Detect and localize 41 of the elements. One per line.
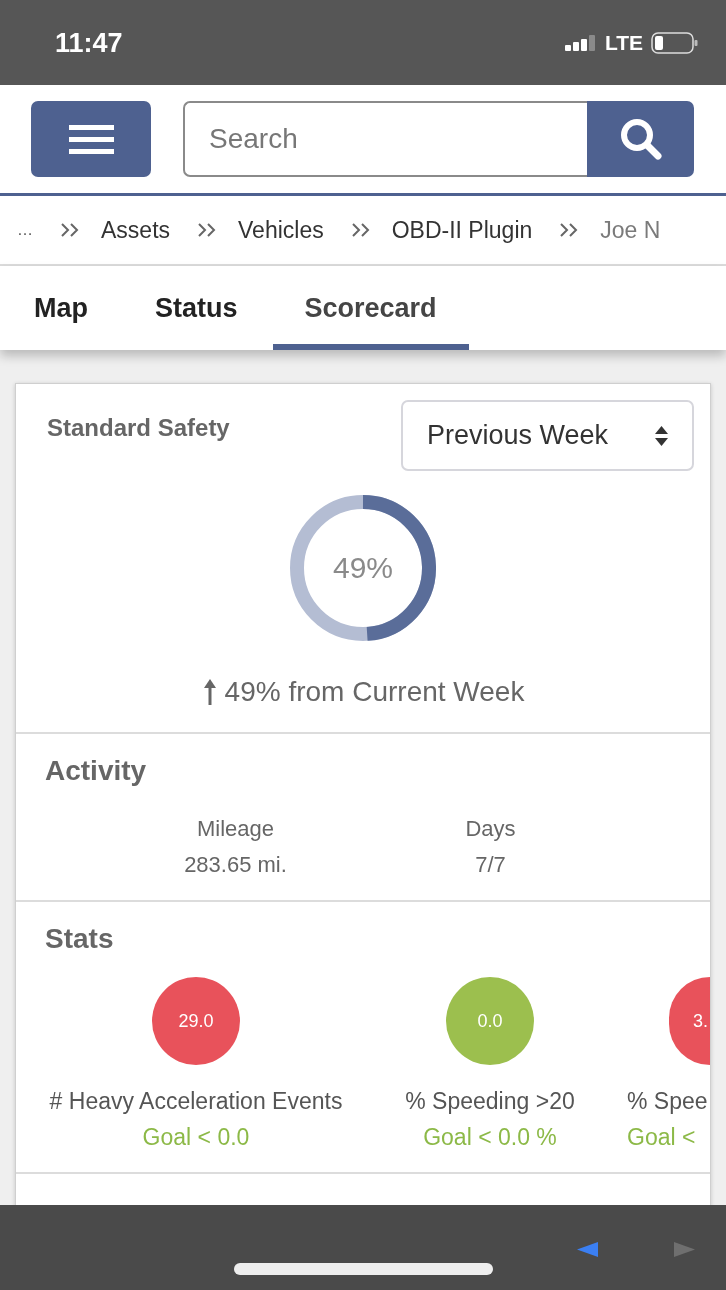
tab[interactable]: Scorecard <box>272 266 469 350</box>
network-type: LTE <box>604 29 643 56</box>
scorecard-title: Standard Safety <box>47 414 230 442</box>
metric-label: Days <box>465 815 516 843</box>
double-chevron-icon <box>198 222 217 238</box>
stat-score-indicator: 29.0 <box>152 977 240 1065</box>
breadcrumb-overflow[interactable]: … <box>17 218 33 242</box>
stat-label: % Spee <box>627 1087 708 1116</box>
stat-goal: Goal < 0.0 <box>142 1123 250 1152</box>
breadcrumb-current: Joe N <box>600 215 661 245</box>
section-title: Activity <box>45 754 147 788</box>
search-icon <box>619 118 662 160</box>
double-chevron-icon <box>351 222 370 238</box>
breadcrumb-link[interactable]: Vehicles <box>238 212 324 248</box>
breadcrumb-link[interactable]: Assets <box>101 212 171 248</box>
search-button[interactable] <box>587 101 694 177</box>
breadcrumb-link[interactable]: OBD-II Plugin <box>391 212 533 248</box>
section-title: Stats <box>45 922 114 956</box>
battery-icon <box>651 31 698 54</box>
metric-value: 7/7 <box>475 851 506 879</box>
period-select[interactable]: Previous Week <box>401 400 694 471</box>
clock-time: 11:47 <box>55 26 123 59</box>
stat-label: # Heavy Acceleration Events <box>49 1087 343 1116</box>
trend-text: 49% from Current Week <box>224 675 525 709</box>
score-percentage: 49% <box>333 551 393 585</box>
menu-icon <box>68 124 114 154</box>
tab[interactable]: Status <box>123 266 270 350</box>
stat-score-indicator: 3. <box>669 977 710 1065</box>
signal-icon <box>564 34 597 51</box>
stat-label: % Speeding >20 <box>405 1087 575 1116</box>
stat-score-indicator: 0.0 <box>446 977 534 1065</box>
double-chevron-icon <box>61 222 79 238</box>
sort-caret-icon <box>655 424 668 447</box>
stat-goal: Goal < <box>627 1123 696 1152</box>
double-chevron-icon <box>560 222 579 238</box>
tab[interactable]: Map <box>2 266 120 350</box>
metric-value: 283.65 mi. <box>184 851 287 879</box>
search-field[interactable]: Search <box>183 101 588 177</box>
metric-label: Mileage <box>196 815 274 843</box>
stat-goal: Goal < 0.0 % <box>423 1123 557 1152</box>
menu-button[interactable] <box>31 101 151 177</box>
